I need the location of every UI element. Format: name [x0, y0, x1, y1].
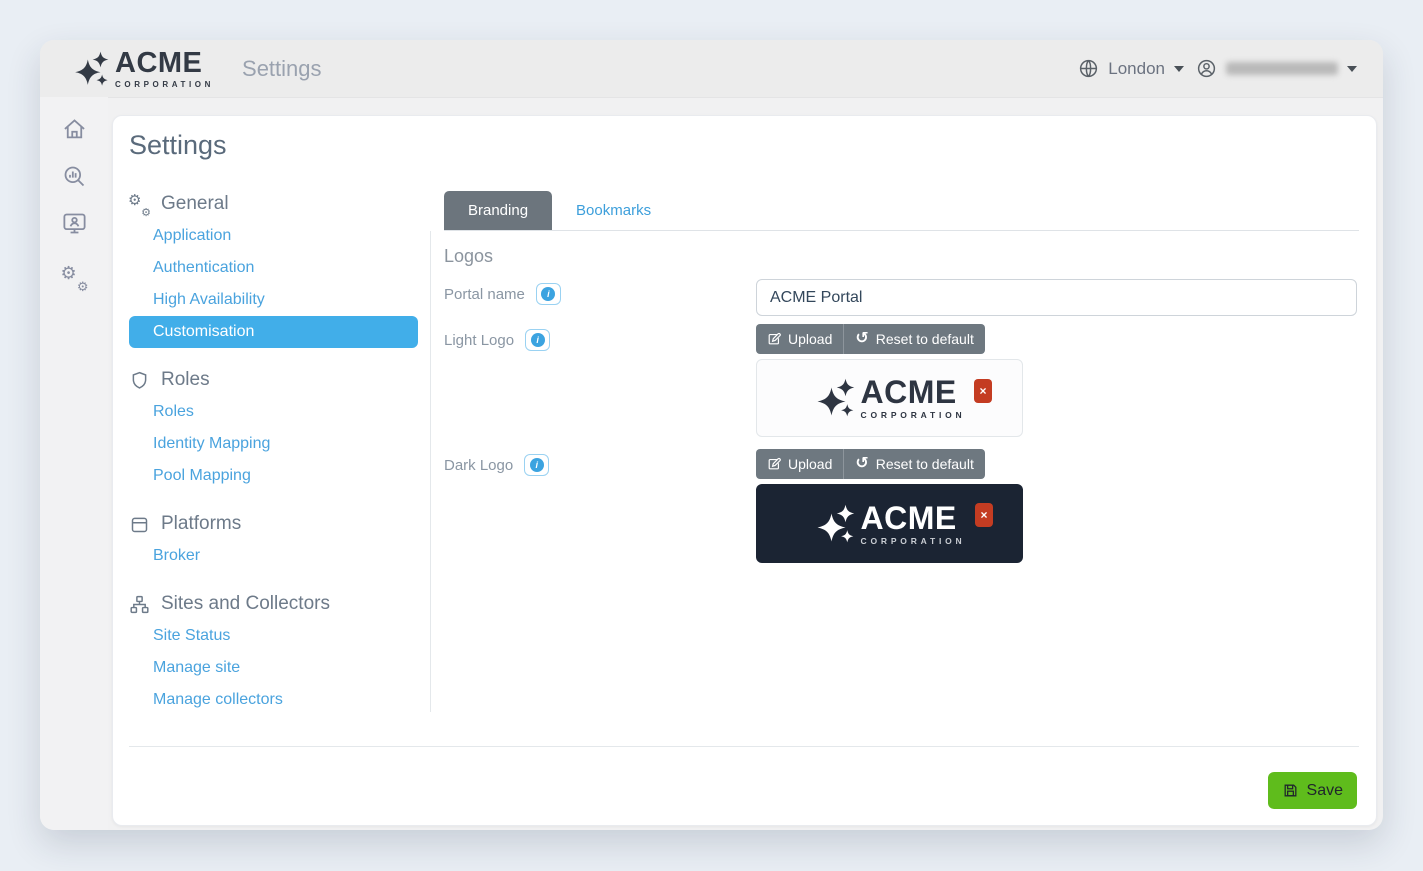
nav-item-pool-mapping[interactable]: Pool Mapping — [129, 460, 418, 492]
nav-section-title-sites: Sites and Collectors — [129, 588, 418, 620]
analytics-search-icon[interactable] — [61, 163, 88, 190]
page-title: Settings — [129, 130, 227, 161]
header-page-title: Settings — [242, 56, 322, 82]
save-button[interactable]: Save — [1268, 772, 1357, 809]
portal-name-input[interactable] — [756, 279, 1357, 316]
tab-branding[interactable]: Branding — [444, 191, 552, 230]
info-icon[interactable]: i — [536, 283, 561, 305]
dark-logo-label: Dark Logo — [444, 457, 513, 474]
dark-logo-upload-button[interactable]: Upload — [756, 449, 844, 479]
tab-bookmarks[interactable]: Bookmarks — [552, 191, 675, 230]
info-icon[interactable]: i — [524, 454, 549, 476]
light-logo-label-row: Light Logo i — [444, 329, 550, 351]
nav-item-authentication[interactable]: Authentication — [129, 252, 418, 284]
light-logo-actions: Upload ↺ Reset to default — [756, 324, 985, 354]
logos-section-title: Logos — [444, 246, 493, 267]
chevron-down-icon — [1174, 66, 1184, 72]
nav-item-customisation[interactable]: Customisation — [129, 316, 418, 348]
nav-item-manage-site[interactable]: Manage site — [129, 652, 418, 684]
chevron-down-icon — [1347, 66, 1357, 72]
brand-text: ACME CORPORATION — [115, 49, 214, 89]
shield-icon — [129, 370, 150, 391]
dark-logo-actions: Upload ↺ Reset to default — [756, 449, 985, 479]
brand-subtitle: CORPORATION — [115, 81, 214, 89]
nav-section-label: Sites and Collectors — [161, 593, 330, 615]
nav-item-broker[interactable]: Broker — [129, 540, 418, 572]
region-label: London — [1108, 59, 1165, 79]
settings-gears-icon[interactable]: ⚙ ⚙ — [61, 265, 88, 292]
portal-name-label-row: Portal name i — [444, 283, 561, 305]
portal-name-label: Portal name — [444, 286, 525, 303]
sessions-monitor-icon[interactable] — [61, 210, 88, 237]
home-icon[interactable] — [61, 116, 88, 143]
reset-icon: ↺ — [855, 331, 868, 347]
info-icon[interactable]: i — [525, 329, 550, 351]
light-logo-label: Light Logo — [444, 332, 514, 349]
nav-section-label: General — [161, 193, 229, 215]
edit-icon — [767, 332, 781, 346]
region-picker[interactable]: London — [1078, 58, 1184, 79]
settings-nav: ⚙ ⚙ General Application Authentication H… — [129, 188, 418, 716]
brand-name: ACME — [115, 49, 214, 78]
nav-section-platforms: Platforms Broker — [129, 508, 418, 572]
brand-logo: ACME CORPORATION — [72, 49, 214, 89]
settings-card: Settings ⚙ ⚙ General Application Authent… — [112, 115, 1377, 826]
nav-section-label: Roles — [161, 369, 210, 391]
branding-content: Branding Bookmarks Logos Portal name i L… — [444, 191, 1359, 711]
edit-icon — [767, 457, 781, 471]
dark-logo-reset-button[interactable]: ↺ Reset to default — [844, 449, 984, 479]
nav-section-title-platforms: Platforms — [129, 508, 418, 540]
tab-bar: Branding Bookmarks — [444, 191, 1359, 231]
nav-item-roles[interactable]: Roles — [129, 396, 418, 428]
nav-section-roles: Roles Roles Identity Mapping Pool Mappin… — [129, 364, 418, 492]
sparkle-logo-icon — [72, 50, 110, 88]
light-logo-reset-button[interactable]: ↺ Reset to default — [844, 324, 984, 354]
nav-item-high-availability[interactable]: High Availability — [129, 284, 418, 316]
nav-item-identity-mapping[interactable]: Identity Mapping — [129, 428, 418, 460]
nav-section-general: ⚙ ⚙ General Application Authentication H… — [129, 188, 418, 348]
user-name-redacted — [1226, 62, 1338, 75]
box-icon — [129, 514, 150, 535]
sitemap-icon — [129, 594, 150, 615]
app-window: ACME CORPORATION Settings London — [40, 40, 1383, 830]
nav-section-sites-collectors: Sites and Collectors Site Status Manage … — [129, 588, 418, 716]
nav-section-label: Platforms — [161, 513, 241, 535]
user-icon — [1196, 58, 1217, 79]
dark-logo-remove-button[interactable]: × — [975, 503, 993, 527]
nav-item-site-status[interactable]: Site Status — [129, 620, 418, 652]
nav-section-title-roles: Roles — [129, 364, 418, 396]
nav-item-manage-collectors[interactable]: Manage collectors — [129, 684, 418, 716]
header-right: London — [1078, 58, 1357, 79]
icon-sidebar: ⚙ ⚙ — [40, 97, 108, 830]
light-logo-remove-button[interactable]: × — [974, 379, 992, 403]
dark-logo-preview: ACME CORPORATION × — [756, 484, 1023, 563]
footer-divider — [129, 746, 1359, 747]
user-menu[interactable] — [1196, 58, 1357, 79]
gears-icon: ⚙ ⚙ — [129, 194, 150, 215]
nav-item-application[interactable]: Application — [129, 220, 418, 252]
reset-icon: ↺ — [855, 456, 868, 472]
dark-logo-label-row: Dark Logo i — [444, 454, 549, 476]
app-header: ACME CORPORATION Settings London — [40, 40, 1383, 97]
light-logo-upload-button[interactable]: Upload — [756, 324, 844, 354]
nav-content-divider — [430, 231, 431, 712]
nav-section-title-general: ⚙ ⚙ General — [129, 188, 418, 220]
save-disk-icon — [1282, 782, 1299, 799]
globe-icon — [1078, 58, 1099, 79]
light-logo-preview: ACME CORPORATION × — [756, 359, 1023, 437]
